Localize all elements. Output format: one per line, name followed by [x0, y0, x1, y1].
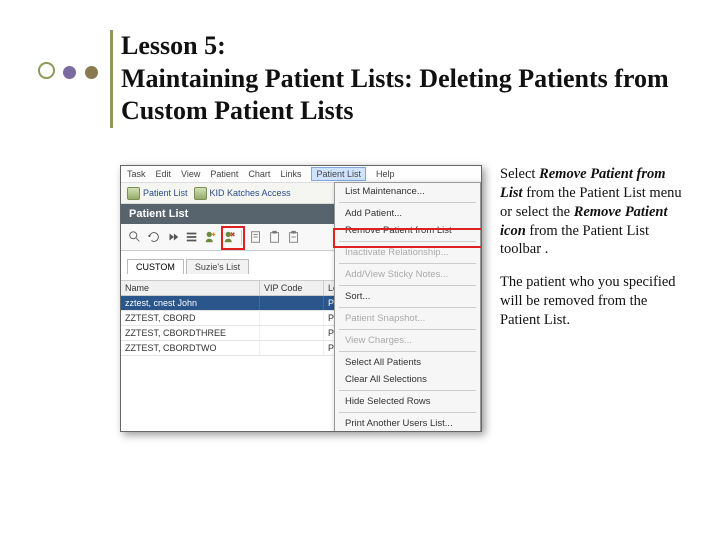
- menu-separator: [339, 390, 476, 391]
- cell-name: ZZTEST, CBORDTHREE: [121, 326, 260, 340]
- clipboard2-icon[interactable]: [286, 230, 301, 245]
- link-kid-katches[interactable]: KID Katches Access: [194, 187, 291, 200]
- cell-name: ZZTEST, CBORD: [121, 311, 260, 325]
- menu-separator: [339, 412, 476, 413]
- decorative-dots: [38, 62, 102, 84]
- search-icon[interactable]: [127, 230, 142, 245]
- menu-item-clear-all[interactable]: Clear All Selections: [335, 371, 480, 388]
- clipboard-icon[interactable]: [267, 230, 282, 245]
- menu-item-remove-patient[interactable]: Remove Patient from List: [335, 222, 480, 239]
- link-patient-list[interactable]: Patient List: [127, 187, 188, 200]
- menu-item-view-charges: View Charges...: [335, 332, 480, 349]
- menu-separator: [339, 329, 476, 330]
- menu-separator: [339, 202, 476, 203]
- note-icon[interactable]: [248, 230, 263, 245]
- menu-separator: [339, 241, 476, 242]
- menu-chart[interactable]: Chart: [248, 169, 270, 179]
- col-name[interactable]: Name: [121, 281, 260, 295]
- cell-vip: [260, 311, 324, 325]
- menu-item-add-patient[interactable]: Add Patient...: [335, 205, 480, 222]
- screenshot-figure: Task Edit View Patient Chart Links Patie…: [120, 165, 482, 432]
- menu-item-list-maintenance[interactable]: List Maintenance...: [335, 183, 480, 200]
- cell-name: zztest, cnest John: [121, 296, 260, 310]
- instruction-paragraph-1: Select Remove Patient from List from the…: [500, 165, 685, 259]
- menu-view[interactable]: View: [181, 169, 200, 179]
- patient-list-menu: List Maintenance... Add Patient... Remov…: [334, 182, 481, 432]
- menu-help[interactable]: Help: [376, 169, 395, 179]
- dot-icon: [38, 62, 55, 79]
- cell-vip: [260, 341, 324, 355]
- forward-icon[interactable]: [165, 230, 180, 245]
- menu-separator: [339, 307, 476, 308]
- add-patient-icon[interactable]: [203, 230, 218, 245]
- menu-edit[interactable]: Edit: [156, 169, 172, 179]
- menu-item-hide-selected[interactable]: Hide Selected Rows: [335, 393, 480, 410]
- cell-name: ZZTEST, CBORDTWO: [121, 341, 260, 355]
- title-line-2: Maintaining Patient Lists: Deleting Pati…: [121, 64, 669, 126]
- menu-item-sort[interactable]: Sort...: [335, 288, 480, 305]
- patient-list-icon: [127, 187, 140, 200]
- menubar: Task Edit View Patient Chart Links Patie…: [121, 166, 481, 183]
- dot-icon: [85, 66, 98, 79]
- menu-separator: [339, 285, 476, 286]
- tab-suzies-list[interactable]: Suzie's List: [186, 259, 249, 274]
- cell-vip: [260, 296, 324, 310]
- kid-katches-icon: [194, 187, 207, 200]
- title-line-1: Lesson 5:: [121, 31, 226, 60]
- menu-item-print-users-list[interactable]: Print Another Users List...: [335, 415, 480, 432]
- col-vip[interactable]: VIP Code: [260, 281, 324, 295]
- menu-item-select-all[interactable]: Select All Patients: [335, 354, 480, 371]
- toolbar-separator: [241, 230, 244, 245]
- menu-patient[interactable]: Patient: [210, 169, 238, 179]
- menu-separator: [339, 263, 476, 264]
- remove-patient-icon[interactable]: [222, 230, 237, 245]
- slide: Lesson 5: Maintaining Patient Lists: Del…: [0, 0, 720, 540]
- menu-item-patient-snapshot: Patient Snapshot...: [335, 310, 480, 327]
- refresh-icon[interactable]: [146, 230, 161, 245]
- instruction-paragraph-2: The patient who you specified will be re…: [500, 273, 685, 330]
- menu-patient-list[interactable]: Patient List: [311, 167, 366, 181]
- slide-title: Lesson 5: Maintaining Patient Lists: Del…: [110, 30, 670, 128]
- menu-links[interactable]: Links: [280, 169, 301, 179]
- menu-separator: [339, 351, 476, 352]
- instruction-text: Select Remove Patient from List from the…: [500, 165, 685, 432]
- cell-vip: [260, 326, 324, 340]
- list-icon[interactable]: [184, 230, 199, 245]
- dot-icon: [63, 66, 76, 79]
- tab-custom[interactable]: CUSTOM: [127, 259, 184, 274]
- menu-item-inactivate-relationship: Inactivate Relationship...: [335, 244, 480, 261]
- menu-item-sticky-notes: Add/View Sticky Notes...: [335, 266, 480, 283]
- menu-task[interactable]: Task: [127, 169, 146, 179]
